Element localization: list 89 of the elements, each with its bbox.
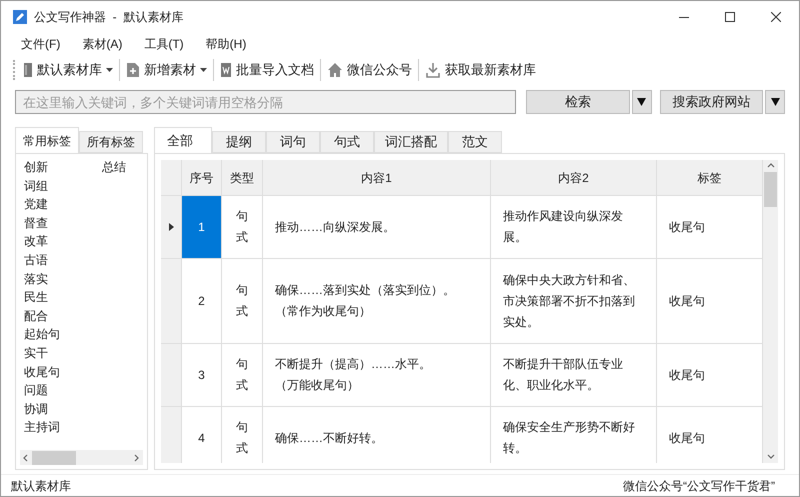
menu-item[interactable]: 文件(F): [13, 35, 68, 53]
row-header[interactable]: [161, 407, 182, 463]
tag-list-item[interactable]: 配合: [24, 306, 84, 326]
toolbar-button[interactable]: 微信公众号: [323, 58, 416, 82]
tab[interactable]: 全部: [154, 127, 212, 153]
table-cell-text: 句式: [236, 208, 248, 246]
table-cell-text: 不断提升干部队伍专业化、职业化水平。: [503, 356, 624, 394]
tag-list-item[interactable]: 改革: [24, 232, 84, 251]
tag-list-item[interactable]: 古语: [24, 250, 84, 270]
search-field[interactable]: 在这里输入关键词，多个关键词请用空格分隔: [15, 90, 516, 114]
toolbar-button[interactable]: 批量导入文档: [216, 58, 318, 82]
table-cell-text: 确保安全生产形势不断好转。: [503, 419, 636, 457]
tab[interactable]: 范文: [448, 131, 502, 153]
scrollbar-thumb[interactable]: [764, 172, 777, 207]
tag-list-item[interactable]: 落实: [24, 270, 84, 288]
search-button[interactable]: 检索: [526, 90, 630, 114]
status-text: 微信公众号“公文写作干货君”: [623, 478, 775, 494]
triangle-down-icon: [637, 98, 646, 106]
tab[interactable]: 词句: [266, 131, 320, 153]
tab[interactable]: 所有标签: [79, 131, 143, 153]
table-cell: 1: [182, 196, 222, 258]
scroll-right-icon[interactable]: [133, 454, 141, 462]
table-cell-text: （常作为收尾句）: [275, 303, 372, 320]
tag-list-item[interactable]: 民生: [24, 288, 84, 307]
home-icon: [327, 62, 343, 78]
tag-list-item[interactable]: 总结: [102, 158, 126, 177]
horizontal-scrollbar[interactable]: [20, 450, 143, 465]
menu-item[interactable]: 帮助(H): [198, 35, 254, 53]
scrollbar-thumb[interactable]: [32, 450, 76, 464]
table-cell-text: 句式: [236, 282, 248, 320]
scroll-down-icon[interactable]: [766, 453, 774, 461]
maximize-icon: [725, 12, 735, 22]
tag-list-item[interactable]: 问题: [24, 381, 84, 400]
row-pointer-icon: [168, 223, 174, 231]
tag-list-item[interactable]: 主持词: [24, 418, 84, 437]
column-header[interactable]: 内容1: [263, 160, 491, 195]
scroll-left-icon[interactable]: [22, 454, 30, 462]
tag-list-item[interactable]: 督查: [24, 214, 84, 232]
word-document-icon: [220, 62, 232, 78]
pen-icon: [13, 10, 27, 24]
add-document-icon: [126, 62, 140, 78]
tag-list-item[interactable]: 实干: [24, 344, 84, 363]
gov-search-button[interactable]: 搜索政府网站: [660, 90, 764, 114]
column-header[interactable]: 类型: [222, 160, 263, 195]
row-header[interactable]: [161, 196, 182, 258]
minimize-icon: [679, 16, 689, 18]
table-cell: 3: [182, 344, 222, 406]
table-cell: 2: [182, 259, 222, 343]
menu-item[interactable]: 素材(A): [74, 35, 130, 53]
row-header[interactable]: [161, 259, 182, 343]
table-cell-text: 句式: [236, 356, 248, 394]
tag-list-item[interactable]: 收尾句: [24, 362, 84, 382]
tag-list-item[interactable]: 创新: [24, 158, 84, 177]
table-cell-text: 确保中央大政方针和省、市决策部署不折不扣落到实处。: [503, 272, 636, 330]
tag-list-item[interactable]: 党建: [24, 195, 84, 214]
tag-list-item[interactable]: 协调: [24, 400, 84, 418]
tab[interactable]: 句式: [320, 131, 374, 153]
table-cell-text: （万能收尾句）: [275, 377, 360, 394]
window-title: 公文写作神器 - 默认素材库: [34, 9, 184, 26]
menu-item[interactable]: 工具(T): [136, 35, 192, 53]
tag-list-item[interactable]: 词组: [24, 176, 84, 196]
table-cell-text: 推动……向纵深发展。: [275, 218, 395, 236]
vertical-scrollbar[interactable]: [763, 160, 778, 463]
download-icon: [425, 62, 441, 78]
book-icon: [23, 62, 33, 78]
tab[interactable]: 提纲: [212, 131, 266, 153]
row-header[interactable]: [161, 344, 182, 406]
table-cell-text: 不断提升（提高）……水平。: [275, 356, 431, 373]
table-cell-text: 确保……不断好转。: [275, 430, 383, 446]
close-icon: [771, 12, 781, 22]
dropdown-button[interactable]: [765, 90, 785, 114]
toolbar-button[interactable]: 获取最新素材库: [421, 58, 540, 82]
triangle-down-icon: [770, 98, 780, 106]
tab[interactable]: 词汇搭配: [374, 131, 448, 153]
column-header[interactable]: 内容2: [491, 160, 657, 195]
table-cell-text: 推动作风建设向纵深发展。: [503, 208, 624, 246]
table-cell: 4: [182, 407, 222, 463]
toolbar-button[interactable]: 默认素材库: [19, 58, 117, 82]
tab[interactable]: 常用标签: [15, 127, 79, 153]
tag-list-item[interactable]: 起始句: [24, 325, 84, 344]
status-text: 默认素材库: [11, 478, 71, 494]
scroll-up-icon[interactable]: [766, 162, 774, 170]
toolbar-button[interactable]: 新增素材: [122, 58, 211, 82]
dropdown-button[interactable]: [632, 90, 652, 114]
caret-icon: [106, 68, 113, 72]
table-cell-text: 确保……落到实处（落实到位）。: [275, 282, 455, 299]
table-cell-text: 句式: [236, 419, 248, 457]
caret-icon: [200, 68, 207, 72]
column-header[interactable]: 序号: [182, 160, 222, 195]
